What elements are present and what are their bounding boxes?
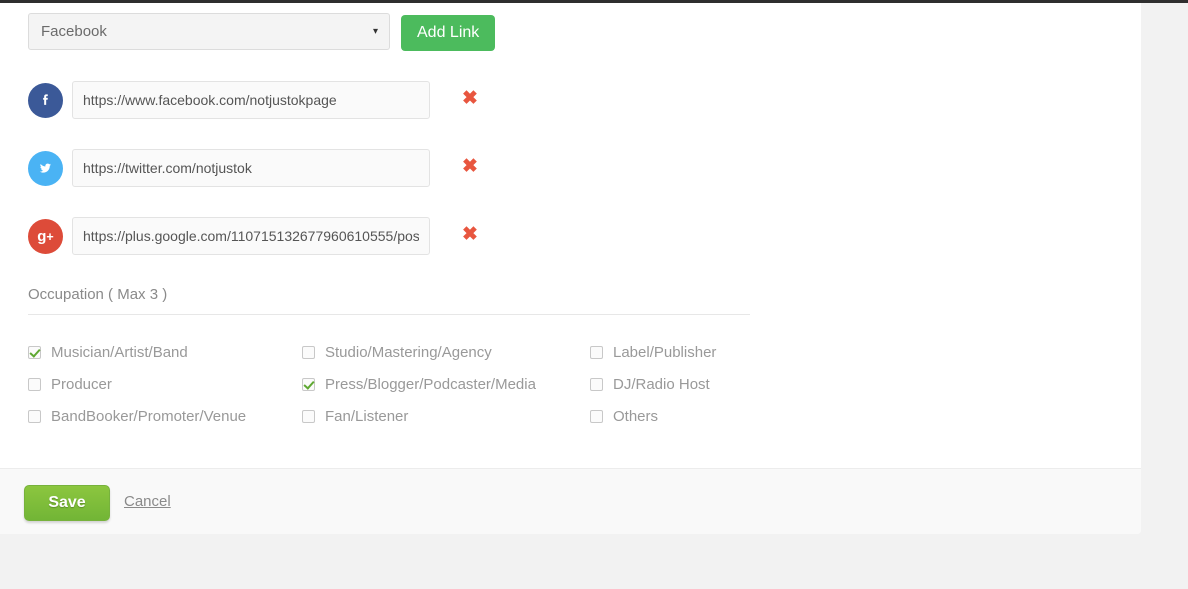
- add-link-row: Facebook ▾ Add Link: [28, 13, 496, 51]
- checkbox-icon[interactable]: [590, 377, 603, 391]
- occupation-option[interactable]: Others: [590, 400, 810, 432]
- social-link-input[interactable]: [72, 217, 430, 255]
- cancel-link[interactable]: Cancel: [124, 493, 171, 510]
- occupation-option[interactable]: BandBooker/Promoter/Venue: [28, 400, 298, 432]
- occupation-column-1: Musician/Artist/Band Producer BandBooker…: [28, 336, 298, 432]
- occupation-label: Others: [613, 407, 659, 425]
- occupation-option[interactable]: Studio/Mastering/Agency: [302, 336, 587, 368]
- occupation-label: Label/Publisher: [613, 343, 717, 361]
- settings-panel: Facebook ▾ Add Link ✖: [0, 3, 1141, 534]
- social-link-row-google-plus: g+ ✖: [28, 217, 1028, 285]
- delete-link-button[interactable]: ✖: [458, 155, 482, 179]
- occupation-label: Producer: [51, 375, 112, 393]
- chevron-down-icon: ▾: [372, 25, 378, 37]
- checkbox-icon[interactable]: [28, 409, 41, 423]
- checkbox-icon[interactable]: [28, 377, 41, 391]
- occupation-column-2: Studio/Mastering/Agency Press/Blogger/Po…: [302, 336, 587, 432]
- occupation-label: DJ/Radio Host: [613, 375, 710, 393]
- occupation-divider: [28, 314, 750, 315]
- checkbox-icon[interactable]: [302, 345, 315, 359]
- occupation-title: Occupation ( Max 3 ): [28, 286, 168, 303]
- google-plus-icon: g +: [28, 219, 63, 254]
- network-select-value: Facebook: [41, 23, 107, 40]
- network-select[interactable]: Facebook ▾: [28, 13, 390, 50]
- save-button[interactable]: Save: [24, 485, 110, 521]
- social-links-list: ✖ ✖ g+ ✖: [28, 81, 1028, 285]
- facebook-icon: [28, 83, 63, 118]
- panel-body: Facebook ▾ Add Link ✖: [0, 3, 1141, 468]
- page-root: Facebook ▾ Add Link ✖: [0, 0, 1188, 589]
- checkbox-icon[interactable]: [302, 377, 315, 391]
- occupation-label: Musician/Artist/Band: [51, 343, 188, 361]
- occupation-option[interactable]: Label/Publisher: [590, 336, 810, 368]
- twitter-icon: [28, 151, 63, 186]
- checkbox-icon[interactable]: [590, 409, 603, 423]
- checkbox-icon[interactable]: [590, 345, 603, 359]
- add-link-button[interactable]: Add Link: [401, 15, 496, 51]
- occupation-option[interactable]: Producer: [28, 368, 298, 400]
- delete-link-button[interactable]: ✖: [458, 223, 482, 247]
- occupation-option[interactable]: Press/Blogger/Podcaster/Media: [302, 368, 587, 400]
- social-link-input[interactable]: [72, 81, 430, 119]
- occupation-option[interactable]: Fan/Listener: [302, 400, 587, 432]
- occupation-label: BandBooker/Promoter/Venue: [51, 407, 247, 425]
- panel-footer: Save Cancel: [0, 468, 1141, 534]
- checkbox-icon[interactable]: [302, 409, 315, 423]
- occupation-column-3: Label/Publisher DJ/Radio Host Others: [590, 336, 810, 432]
- occupation-label: Fan/Listener: [325, 407, 409, 425]
- social-link-row-facebook: ✖: [28, 81, 1028, 149]
- occupation-label: Studio/Mastering/Agency: [325, 343, 492, 361]
- occupation-option[interactable]: Musician/Artist/Band: [28, 336, 298, 368]
- social-link-row-twitter: ✖: [28, 149, 1028, 217]
- occupation-label: Press/Blogger/Podcaster/Media: [325, 375, 536, 393]
- occupation-option[interactable]: DJ/Radio Host: [590, 368, 810, 400]
- delete-link-button[interactable]: ✖: [458, 87, 482, 111]
- checkbox-icon[interactable]: [28, 345, 41, 359]
- social-link-input[interactable]: [72, 149, 430, 187]
